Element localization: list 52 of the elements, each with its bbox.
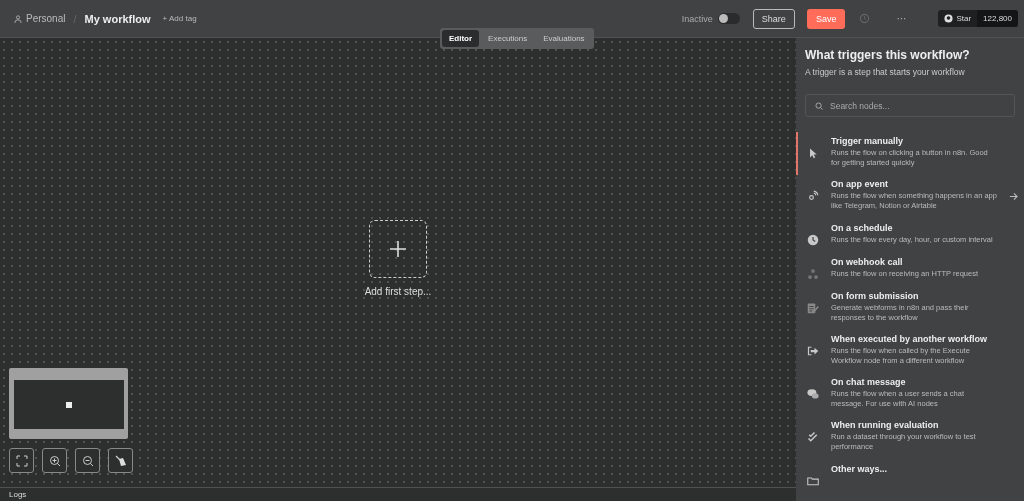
panel-subtitle: A trigger is a step that starts your workflow — [805, 67, 966, 77]
panel-title: What triggers this workflow? — [805, 48, 971, 62]
zoom-out-button[interactable] — [75, 448, 100, 473]
signal-icon — [807, 190, 819, 203]
logs-title[interactable]: Logs — [0, 487, 796, 501]
trigger-title: Trigger manually — [831, 136, 905, 146]
folder-icon — [807, 474, 819, 487]
clock-icon — [807, 233, 819, 246]
add-step-button[interactable] — [369, 220, 427, 278]
active-toggle[interactable] — [717, 13, 740, 24]
trigger-title: When running evaluation — [831, 420, 940, 431]
active-label: Inactive — [681, 13, 713, 24]
zoom-in-button[interactable] — [42, 448, 67, 473]
chat-icon — [807, 388, 819, 400]
tidy-up-button[interactable] — [108, 448, 133, 473]
pointer-icon — [807, 147, 819, 159]
add-tag-link[interactable]: + Add tag — [162, 14, 197, 23]
view-tab[interactable]: Editor — [442, 30, 480, 47]
trigger-title: On chat message — [831, 377, 907, 387]
add-step-label: Add first step... — [364, 286, 432, 297]
star-count: 122,800 — [977, 10, 1018, 27]
zoom-out-icon — [81, 454, 94, 467]
zoom-in-icon — [48, 454, 61, 467]
trigger-title: On a schedule — [831, 222, 894, 233]
search-field[interactable]: Search nodes... — [805, 94, 1015, 117]
more-menu[interactable]: ··· — [890, 12, 913, 25]
trigger-title: On form submission — [831, 290, 920, 301]
fit-view-icon — [15, 454, 28, 467]
minimap[interactable] — [9, 368, 128, 439]
trigger-title: When executed by another workflow — [831, 333, 989, 344]
search-icon — [815, 101, 823, 110]
github-star-widget[interactable]: Star 122,800 — [938, 10, 1018, 27]
breadcrumb-separator: / — [73, 12, 77, 25]
sign-in-icon — [807, 344, 819, 357]
broom-icon — [114, 454, 127, 467]
view-tab[interactable]: Executions — [481, 30, 535, 47]
share-button[interactable]: Share — [752, 8, 795, 29]
star-label[interactable]: Star — [956, 14, 972, 23]
project-breadcrumb[interactable]: Personal — [14, 13, 66, 24]
trigger-title: On webhook call — [831, 256, 904, 267]
project-name[interactable]: Personal — [26, 13, 66, 24]
trigger-item[interactable]: Other ways... — [796, 459, 1024, 494]
double-check-icon — [807, 431, 819, 444]
view-tab[interactable]: Evaluations — [536, 30, 592, 47]
trigger-title: On app event — [831, 179, 889, 190]
fit-view-button[interactable] — [9, 448, 34, 473]
form-icon — [807, 301, 819, 314]
workflow-name[interactable]: My workflow — [84, 12, 151, 25]
user-icon — [14, 14, 22, 23]
minimap-node — [66, 401, 72, 408]
plus-icon — [389, 240, 407, 258]
trigger-title: Other ways... — [831, 463, 889, 474]
